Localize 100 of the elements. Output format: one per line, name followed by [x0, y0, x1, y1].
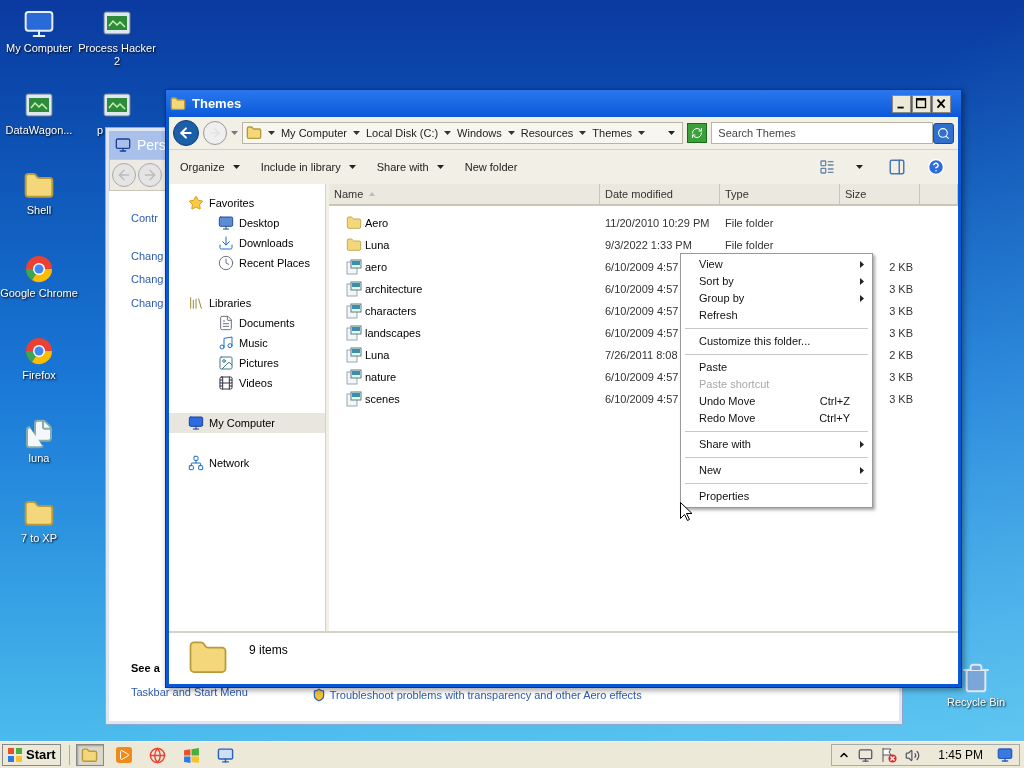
nav-item[interactable]: Favorites [169, 193, 325, 213]
nav-item[interactable]: Documents [169, 313, 325, 333]
show-desktop-icon[interactable] [997, 747, 1013, 763]
taskbar-app-button[interactable] [75, 744, 104, 766]
desktop-icon-label[interactable]: Process Hacker 2 [78, 42, 156, 68]
desktop-icon-label[interactable]: Google Chrome [0, 287, 78, 300]
breadcrumb-item[interactable]: Resources [520, 124, 574, 142]
file-name[interactable]: Aero [365, 214, 389, 232]
breadcrumb-item[interactable]: My Computer [280, 124, 347, 142]
theme-file-icon [346, 369, 362, 385]
file-name[interactable]: landscapes [365, 324, 421, 342]
file-name[interactable]: Luna [365, 236, 390, 254]
menu-item[interactable]: Paste [681, 359, 872, 376]
submenu-arrow-icon [860, 441, 864, 448]
size-cell: 3 KB [889, 326, 913, 339]
task-link[interactable]: Chang [131, 271, 164, 288]
caret-icon [230, 131, 238, 135]
folder-icon [81, 746, 99, 764]
minimize-button[interactable] [892, 94, 911, 113]
back-button[interactable] [173, 120, 199, 146]
menu-item[interactable]: Customize this folder... [681, 333, 872, 350]
shield-icon [311, 687, 326, 702]
flag-warning-icon[interactable] [881, 747, 898, 763]
task-link[interactable]: Chang [131, 294, 164, 311]
breadcrumb-item[interactable]: Local Disk (C:) [366, 124, 439, 142]
breadcrumb-item[interactable]: Windows [457, 124, 502, 142]
toolbar-button[interactable]: Share with [376, 158, 444, 176]
help-icon[interactable] [927, 158, 945, 176]
address-field[interactable]: My Computer Local Disk (C:) Windows Resources Themes [241, 122, 684, 144]
size-cell: 2 KB [889, 260, 913, 273]
column-header[interactable]: Name [329, 184, 600, 204]
desktop-icon-label[interactable]: p [97, 124, 104, 137]
nav-item[interactable]: Music [169, 333, 325, 353]
breadcrumb-item[interactable]: Themes [592, 124, 633, 142]
column-header[interactable]: Type [720, 184, 840, 204]
file-name[interactable]: Luna [365, 346, 390, 364]
nav-item[interactable]: Pictures [169, 353, 325, 373]
submenu-arrow-icon [860, 261, 864, 268]
start-button[interactable]: Start [2, 744, 61, 766]
menu-item[interactable]: New [681, 462, 872, 479]
menu-item[interactable]: Properties [681, 488, 872, 505]
picture-icon [218, 355, 234, 371]
theme-file-icon [346, 303, 362, 319]
date-cell: 11/20/2010 10:29 PM [605, 216, 710, 229]
date-cell: 7/26/2011 8:08 [605, 348, 678, 361]
see-also-heading: See a [131, 660, 160, 676]
browser-icon [23, 253, 55, 285]
nav-item[interactable]: Downloads [169, 233, 325, 253]
column-header[interactable]: Date modified [600, 184, 720, 204]
file-name[interactable]: architecture [365, 280, 423, 298]
file-name[interactable]: scenes [365, 390, 400, 408]
troubleshoot-link[interactable]: Troubleshoot problems with transparency and other Aero effects [329, 686, 642, 703]
search-field[interactable]: Search Themes [711, 122, 934, 144]
windows-flag-icon [7, 747, 23, 763]
nav-item[interactable]: Network [169, 453, 325, 473]
caret-icon [856, 165, 863, 169]
toolbar-button[interactable]: Include in library [260, 158, 356, 176]
view-options-icon[interactable] [819, 159, 835, 175]
caret-icon [353, 131, 360, 135]
theme-file-icon [346, 347, 362, 363]
toolbar-button[interactable]: Organize [180, 158, 240, 176]
shortcut-text: Ctrl+Y [819, 411, 850, 427]
menu-item[interactable]: Undo Move Ctrl+Z [681, 393, 872, 410]
menu-item[interactable]: Refresh [681, 307, 872, 324]
menu-item[interactable]: Redo Move Ctrl+Y [681, 410, 872, 427]
toolbar-button[interactable]: New folder [464, 158, 518, 176]
desktop-icon-label[interactable]: Firefox [0, 369, 78, 382]
control-panel-link[interactable]: Contr [131, 210, 158, 227]
size-cell: 3 KB [889, 370, 913, 383]
volume-icon[interactable] [905, 747, 921, 763]
taskbar-settings-link[interactable]: Taskbar and Start Menu [131, 684, 248, 701]
maximize-button[interactable] [912, 94, 931, 113]
clock[interactable]: 1:45 PM [938, 746, 983, 764]
menu-item[interactable]: Share with [681, 436, 872, 453]
column-header[interactable]: Size [840, 184, 920, 204]
menu-item[interactable]: View [681, 256, 872, 273]
file-name[interactable]: nature [365, 368, 397, 386]
nav-item[interactable]: Libraries [169, 293, 325, 313]
task-link[interactable]: Chang [131, 247, 164, 264]
desktop-icon-label[interactable]: My Computer [0, 42, 78, 55]
refresh-button[interactable] [687, 123, 708, 143]
nav-item[interactable]: Videos [169, 373, 325, 393]
preview-pane-icon[interactable] [888, 158, 906, 176]
search-button[interactable] [933, 122, 954, 144]
close-button[interactable] [932, 94, 951, 113]
size-cell: 2 KB [889, 348, 913, 361]
desktop-icon-label[interactable]: DataWagon... [0, 124, 78, 137]
size-cell: 3 KB [889, 282, 913, 295]
nav-label: Desktop [239, 215, 280, 231]
menu-item[interactable]: Group by [681, 290, 872, 307]
menu-item[interactable]: Sort by [681, 273, 872, 290]
nav-item[interactable]: My Computer [169, 413, 325, 433]
file-name[interactable]: characters [365, 302, 417, 320]
nav-item[interactable]: Desktop [169, 213, 325, 233]
computer-icon [188, 415, 204, 431]
file-name[interactable]: aero [365, 258, 388, 276]
desktop-icon-label[interactable]: Shell [0, 204, 78, 217]
date-cell: 6/10/2009 4:57 [605, 282, 679, 295]
nav-item[interactable]: Recent Places [169, 253, 325, 273]
desktop-icon-label[interactable]: luna [0, 452, 78, 465]
